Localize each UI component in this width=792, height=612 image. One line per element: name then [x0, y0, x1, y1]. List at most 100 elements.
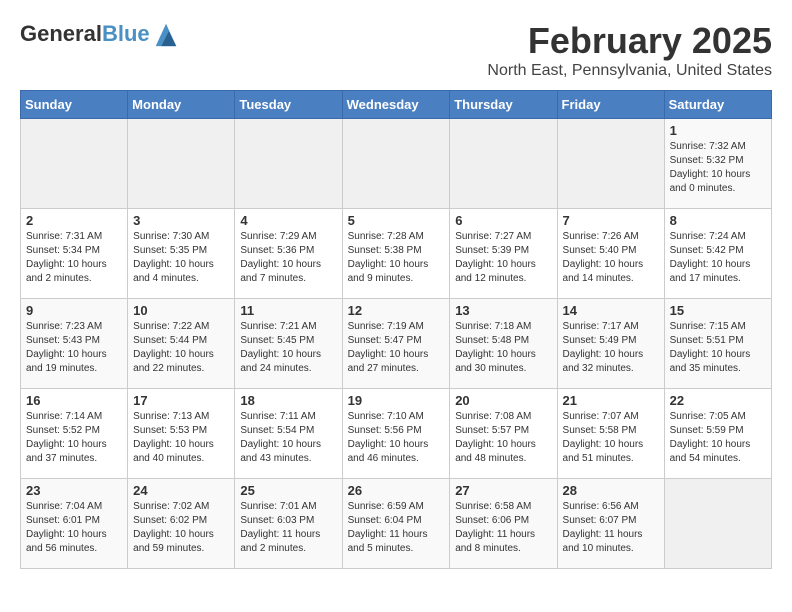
day-detail: Sunrise: 7:28 AM Sunset: 5:38 PM Dayligh…: [348, 230, 445, 286]
day-number: 22: [670, 393, 766, 408]
day-number: 12: [348, 303, 445, 318]
calendar-cell: 22 Sunrise: 7:05 AM Sunset: 5:59 PM Dayli…: [664, 389, 771, 479]
calendar-cell: 24 Sunrise: 7:02 AM Sunset: 6:02 PM Dayli…: [128, 479, 235, 569]
calendar-cell: [664, 479, 771, 569]
weekday-header-saturday: Saturday: [664, 91, 771, 119]
calendar-cell: 14 Sunrise: 7:17 AM Sunset: 5:49 PM Dayli…: [557, 299, 664, 389]
logo-icon: [152, 20, 180, 48]
day-number: 13: [455, 303, 551, 318]
calendar-cell: 9Sunrise: 7:23 AM Sunset: 5:43 PM Daylig…: [21, 299, 128, 389]
day-number: 18: [240, 393, 336, 408]
day-detail: Sunrise: 7:22 AM Sunset: 5:44 PM Dayligh…: [133, 320, 229, 376]
weekday-header-thursday: Thursday: [450, 91, 557, 119]
day-number: 25: [240, 483, 336, 498]
calendar-cell: [342, 119, 450, 209]
weekday-header-sunday: Sunday: [21, 91, 128, 119]
weekday-header-wednesday: Wednesday: [342, 91, 450, 119]
calendar-cell: [557, 119, 664, 209]
calendar-cell: [21, 119, 128, 209]
day-number: 11: [240, 303, 336, 318]
day-detail: Sunrise: 7:21 AM Sunset: 5:45 PM Dayligh…: [240, 320, 336, 376]
day-number: 17: [133, 393, 229, 408]
day-detail: Sunrise: 7:31 AM Sunset: 5:34 PM Dayligh…: [26, 230, 122, 286]
calendar-body: 1 Sunrise: 7:32 AM Sunset: 5:32 PM Daylig…: [21, 119, 772, 569]
day-detail: Sunrise: 7:13 AM Sunset: 5:53 PM Dayligh…: [133, 410, 229, 466]
day-detail: Sunrise: 7:29 AM Sunset: 5:36 PM Dayligh…: [240, 230, 336, 286]
day-detail: Sunrise: 7:27 AM Sunset: 5:39 PM Dayligh…: [455, 230, 551, 286]
day-number: 16: [26, 393, 122, 408]
week-row-5: 23 Sunrise: 7:04 AM Sunset: 6:01 PM Dayli…: [21, 479, 772, 569]
calendar-table: SundayMondayTuesdayWednesdayThursdayFrid…: [20, 90, 772, 569]
calendar-cell: 1 Sunrise: 7:32 AM Sunset: 5:32 PM Daylig…: [664, 119, 771, 209]
day-number: 27: [455, 483, 551, 498]
calendar-cell: 4 Sunrise: 7:29 AM Sunset: 5:36 PM Daylig…: [235, 209, 342, 299]
week-row-4: 16 Sunrise: 7:14 AM Sunset: 5:52 PM Dayli…: [21, 389, 772, 479]
day-detail: Sunrise: 7:32 AM Sunset: 5:32 PM Dayligh…: [670, 140, 766, 196]
day-detail: Sunrise: 7:26 AM Sunset: 5:40 PM Dayligh…: [563, 230, 659, 286]
calendar-cell: 12 Sunrise: 7:19 AM Sunset: 5:47 PM Dayli…: [342, 299, 450, 389]
calendar-cell: 20 Sunrise: 7:08 AM Sunset: 5:57 PM Dayli…: [450, 389, 557, 479]
day-detail: Sunrise: 7:17 AM Sunset: 5:49 PM Dayligh…: [563, 320, 659, 376]
logo-general-text: General: [20, 21, 102, 46]
day-number: 1: [670, 123, 766, 138]
day-detail: Sunrise: 7:10 AM Sunset: 5:56 PM Dayligh…: [348, 410, 445, 466]
day-number: 19: [348, 393, 445, 408]
day-detail: Sunrise: 7:15 AM Sunset: 5:51 PM Dayligh…: [670, 320, 766, 376]
title-block: February 2025 North East, Pennsylvania, …: [487, 20, 772, 80]
calendar-cell: 28Sunrise: 6:56 AM Sunset: 6:07 PM Dayli…: [557, 479, 664, 569]
day-number: 26: [348, 483, 445, 498]
logo: GeneralBlue: [20, 20, 180, 48]
day-number: 15: [670, 303, 766, 318]
week-row-1: 1 Sunrise: 7:32 AM Sunset: 5:32 PM Daylig…: [21, 119, 772, 209]
day-detail: Sunrise: 7:05 AM Sunset: 5:59 PM Dayligh…: [670, 410, 766, 466]
calendar-cell: 10Sunrise: 7:22 AM Sunset: 5:44 PM Dayli…: [128, 299, 235, 389]
calendar-cell: 21 Sunrise: 7:07 AM Sunset: 5:58 PM Dayli…: [557, 389, 664, 479]
main-title: February 2025: [487, 20, 772, 62]
calendar-cell: 27 Sunrise: 6:58 AM Sunset: 6:06 PM Dayli…: [450, 479, 557, 569]
day-detail: Sunrise: 7:01 AM Sunset: 6:03 PM Dayligh…: [240, 500, 336, 556]
weekday-row: SundayMondayTuesdayWednesdayThursdayFrid…: [21, 91, 772, 119]
logo-blue-text: Blue: [102, 21, 150, 46]
calendar-cell: 8 Sunrise: 7:24 AM Sunset: 5:42 PM Daylig…: [664, 209, 771, 299]
calendar-cell: 6 Sunrise: 7:27 AM Sunset: 5:39 PM Daylig…: [450, 209, 557, 299]
day-number: 6: [455, 213, 551, 228]
calendar-cell: 17 Sunrise: 7:13 AM Sunset: 5:53 PM Dayli…: [128, 389, 235, 479]
weekday-header-tuesday: Tuesday: [235, 91, 342, 119]
day-number: 9: [26, 303, 122, 318]
page-header: GeneralBlue February 2025 North East, Pe…: [20, 20, 772, 80]
calendar-cell: [128, 119, 235, 209]
calendar-cell: 16 Sunrise: 7:14 AM Sunset: 5:52 PM Dayli…: [21, 389, 128, 479]
calendar-cell: 5Sunrise: 7:28 AM Sunset: 5:38 PM Daylig…: [342, 209, 450, 299]
day-detail: Sunrise: 6:56 AM Sunset: 6:07 PM Dayligh…: [563, 500, 659, 556]
day-detail: Sunrise: 7:18 AM Sunset: 5:48 PM Dayligh…: [455, 320, 551, 376]
day-detail: Sunrise: 7:07 AM Sunset: 5:58 PM Dayligh…: [563, 410, 659, 466]
subtitle: North East, Pennsylvania, United States: [487, 62, 772, 80]
day-detail: Sunrise: 7:02 AM Sunset: 6:02 PM Dayligh…: [133, 500, 229, 556]
day-number: 7: [563, 213, 659, 228]
calendar-cell: 7 Sunrise: 7:26 AM Sunset: 5:40 PM Daylig…: [557, 209, 664, 299]
calendar-cell: 2Sunrise: 7:31 AM Sunset: 5:34 PM Daylig…: [21, 209, 128, 299]
week-row-2: 2Sunrise: 7:31 AM Sunset: 5:34 PM Daylig…: [21, 209, 772, 299]
calendar-cell: 13 Sunrise: 7:18 AM Sunset: 5:48 PM Dayli…: [450, 299, 557, 389]
day-detail: Sunrise: 6:59 AM Sunset: 6:04 PM Dayligh…: [348, 500, 445, 556]
day-detail: Sunrise: 7:24 AM Sunset: 5:42 PM Dayligh…: [670, 230, 766, 286]
day-number: 4: [240, 213, 336, 228]
day-detail: Sunrise: 7:30 AM Sunset: 5:35 PM Dayligh…: [133, 230, 229, 286]
day-number: 20: [455, 393, 551, 408]
day-detail: Sunrise: 6:58 AM Sunset: 6:06 PM Dayligh…: [455, 500, 551, 556]
calendar-cell: 3Sunrise: 7:30 AM Sunset: 5:35 PM Daylig…: [128, 209, 235, 299]
day-number: 21: [563, 393, 659, 408]
calendar-cell: 25 Sunrise: 7:01 AM Sunset: 6:03 PM Dayli…: [235, 479, 342, 569]
day-number: 8: [670, 213, 766, 228]
weekday-header-friday: Friday: [557, 91, 664, 119]
day-detail: Sunrise: 7:19 AM Sunset: 5:47 PM Dayligh…: [348, 320, 445, 376]
calendar-cell: 15 Sunrise: 7:15 AM Sunset: 5:51 PM Dayli…: [664, 299, 771, 389]
day-number: 24: [133, 483, 229, 498]
day-number: 14: [563, 303, 659, 318]
day-detail: Sunrise: 7:04 AM Sunset: 6:01 PM Dayligh…: [26, 500, 122, 556]
day-detail: Sunrise: 7:14 AM Sunset: 5:52 PM Dayligh…: [26, 410, 122, 466]
calendar-cell: 19 Sunrise: 7:10 AM Sunset: 5:56 PM Dayli…: [342, 389, 450, 479]
day-detail: Sunrise: 7:08 AM Sunset: 5:57 PM Dayligh…: [455, 410, 551, 466]
calendar-cell: [450, 119, 557, 209]
day-number: 23: [26, 483, 122, 498]
